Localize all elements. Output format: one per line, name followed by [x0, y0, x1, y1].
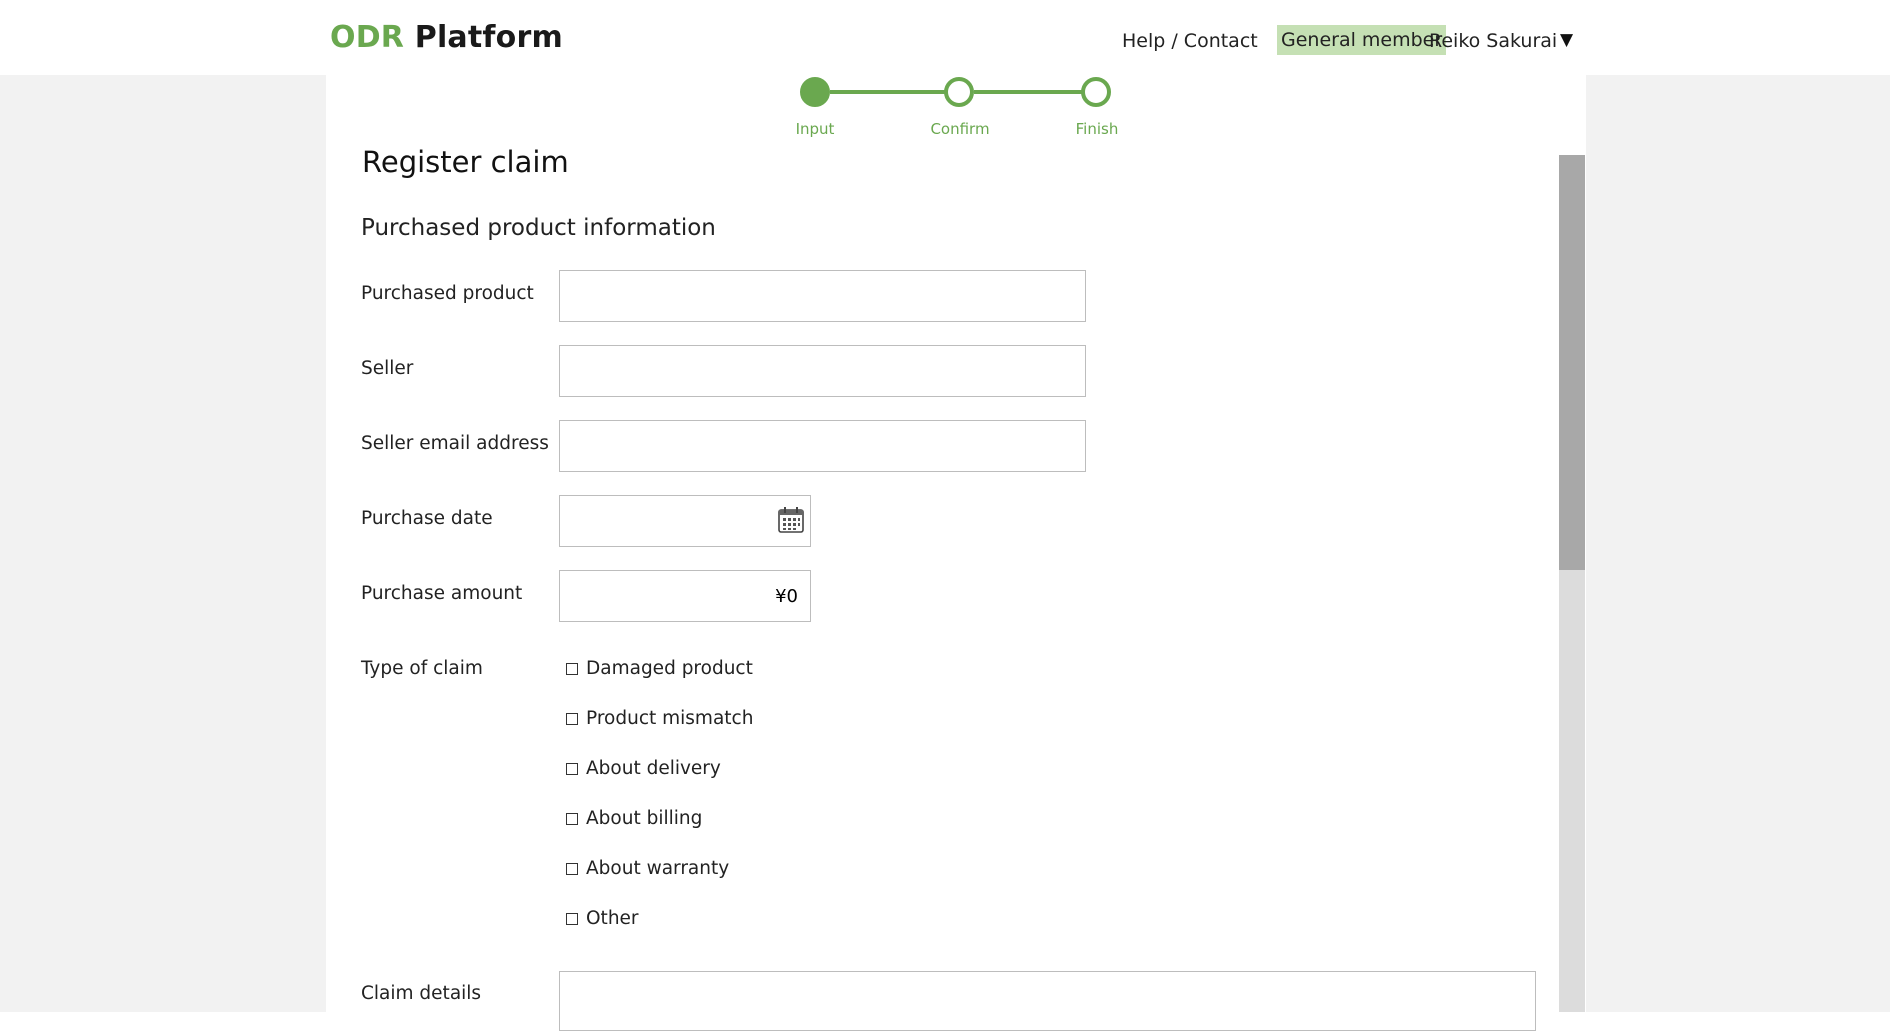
claim-type-option-label: Damaged product — [586, 658, 753, 679]
user-name[interactable]: Reiko Sakurai — [1429, 30, 1557, 52]
claim-type-checkbox[interactable]: About warranty — [566, 858, 729, 879]
claim-type-option-label: About delivery — [586, 758, 721, 779]
step-finish-label: Finish — [1075, 120, 1119, 138]
claim-type-label: Type of claim — [361, 658, 483, 679]
checkbox-icon[interactable] — [566, 762, 578, 775]
purchase-amount-label: Purchase amount — [361, 583, 523, 604]
checkbox-icon[interactable] — [566, 862, 578, 875]
step-confirm-dot — [944, 77, 974, 107]
logo-accent-text: ODR — [330, 20, 405, 55]
checkbox-icon[interactable] — [566, 812, 578, 825]
claim-type-checkbox[interactable]: About billing — [566, 808, 702, 829]
calendar-icon[interactable] — [776, 505, 806, 535]
purchase-date-input[interactable] — [559, 495, 811, 547]
claim-type-option-label: Other — [586, 908, 639, 929]
step-input-label: Input — [795, 120, 835, 138]
claim-type-option-label: About billing — [586, 808, 703, 829]
claim-type-checkbox[interactable]: Product mismatch — [566, 708, 753, 729]
purchase-date-label: Purchase date — [361, 508, 493, 529]
claim-details-label: Claim details — [361, 983, 482, 1004]
checkbox-icon[interactable] — [566, 912, 578, 925]
top-bar — [0, 0, 1890, 75]
seller-label: Seller — [361, 358, 414, 379]
claim-type-checkbox[interactable]: Damaged product — [566, 658, 753, 679]
user-menu-caret-icon[interactable]: ▼ — [1560, 30, 1573, 50]
claim-details-textarea[interactable] — [559, 971, 1536, 1031]
checkbox-icon[interactable] — [566, 662, 578, 675]
step-input-dot — [800, 77, 830, 107]
purchase-amount-input[interactable] — [559, 570, 811, 622]
step-finish-dot — [1081, 77, 1111, 107]
claim-type-checkbox[interactable]: About delivery — [566, 758, 721, 779]
checkbox-icon[interactable] — [566, 712, 578, 725]
claim-type-checkbox[interactable]: Other — [566, 908, 639, 929]
claim-type-option-label: About warranty — [586, 858, 730, 879]
logo-text: Platform — [414, 20, 563, 55]
section-title: Purchased product information — [361, 215, 716, 241]
scrollbar-thumb[interactable] — [1559, 155, 1585, 570]
purchased-product-label: Purchased product — [361, 283, 534, 304]
claim-type-option-label: Product mismatch — [586, 708, 754, 729]
member-type-badge: General member — [1277, 25, 1447, 55]
page-title: Register claim — [362, 145, 569, 179]
purchased-product-input[interactable] — [559, 270, 1086, 322]
seller-email-label: Seller email address — [361, 433, 549, 454]
seller-email-input[interactable] — [559, 420, 1086, 472]
step-confirm-label: Confirm — [930, 120, 990, 138]
app-logo[interactable]: ODR Platform — [330, 20, 563, 55]
seller-input[interactable] — [559, 345, 1086, 397]
help-contact-link[interactable]: Help / Contact — [1122, 30, 1258, 52]
